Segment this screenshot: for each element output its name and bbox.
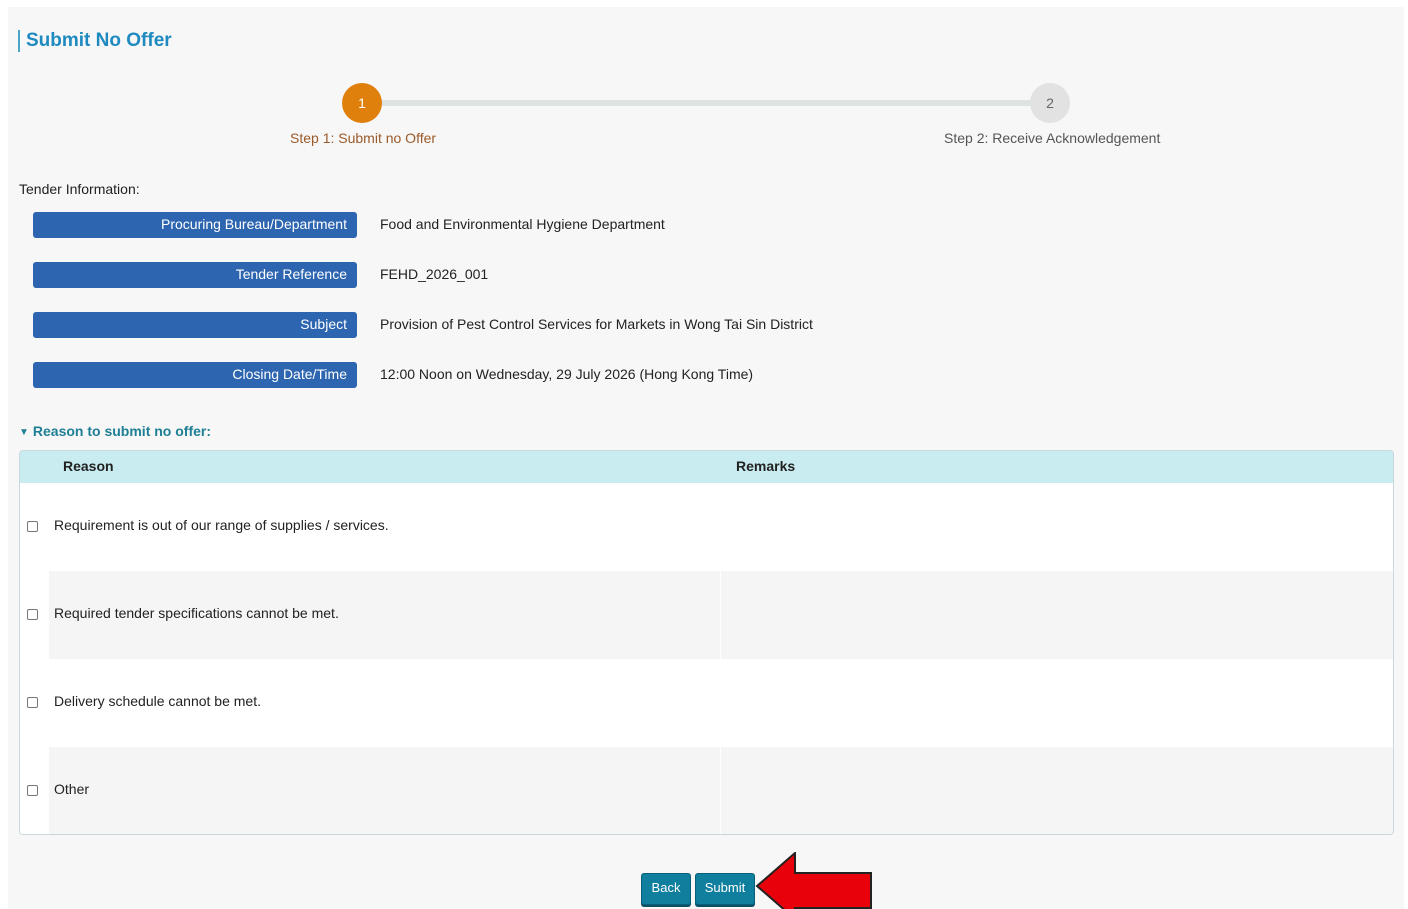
column-divider xyxy=(720,659,721,747)
step-1-label: Step 1: Submit no Offer xyxy=(290,130,437,146)
header-remarks: Remarks xyxy=(736,458,796,474)
table-row: Delivery schedule cannot be met. xyxy=(20,659,1393,747)
reason-label: Other xyxy=(54,781,90,797)
table-header: Reason Remarks xyxy=(20,451,1393,483)
step-2-indicator: 2 xyxy=(1030,83,1070,123)
info-key: Procuring Bureau/Department xyxy=(33,212,357,238)
info-value: Food and Environmental Hygiene Departmen… xyxy=(380,216,665,232)
reason-label: Requirement is out of our range of suppl… xyxy=(54,517,389,533)
reason-label: Required tender specifications cannot be… xyxy=(54,605,339,621)
reason-checkbox-out-of-range[interactable] xyxy=(27,521,38,532)
header-reason: Reason xyxy=(63,458,114,474)
caret-down-icon: ▼ xyxy=(19,427,29,438)
info-key: Subject xyxy=(33,312,357,338)
column-divider xyxy=(720,483,721,571)
reason-table: Reason Remarks Requirement is out of our… xyxy=(19,450,1394,835)
table-row: Other xyxy=(20,747,1393,834)
column-divider xyxy=(720,747,721,834)
step-1-indicator: 1 xyxy=(342,83,382,123)
back-button[interactable]: Back xyxy=(641,873,691,905)
info-value: Provision of Pest Control Services for M… xyxy=(380,316,813,332)
table-row: Requirement is out of our range of suppl… xyxy=(20,483,1393,571)
submit-button[interactable]: Submit xyxy=(695,873,755,905)
step-2-label: Step 2: Receive Acknowledgement xyxy=(944,130,1161,146)
info-key: Tender Reference xyxy=(33,262,357,288)
reason-checkbox-specifications[interactable] xyxy=(27,609,38,620)
info-value: FEHD_2026_001 xyxy=(380,266,489,282)
reason-checkbox-delivery[interactable] xyxy=(27,697,38,708)
reason-section-toggle[interactable]: ▼ Reason to submit no offer: xyxy=(19,423,211,439)
info-key: Closing Date/Time xyxy=(33,362,357,388)
page-title: Submit No Offer xyxy=(18,30,172,52)
tender-info-heading: Tender Information: xyxy=(19,181,140,197)
reason-section-label: Reason to submit no offer: xyxy=(32,423,212,439)
info-value: 12:00 Noon on Wednesday, 29 July 2026 (H… xyxy=(380,366,754,382)
red-arrow-icon xyxy=(755,852,872,909)
column-divider xyxy=(720,571,721,659)
reason-checkbox-other[interactable] xyxy=(27,785,38,796)
reason-label: Delivery schedule cannot be met. xyxy=(54,693,261,709)
table-row: Required tender specifications cannot be… xyxy=(20,571,1393,659)
stepper-track xyxy=(362,100,1050,106)
